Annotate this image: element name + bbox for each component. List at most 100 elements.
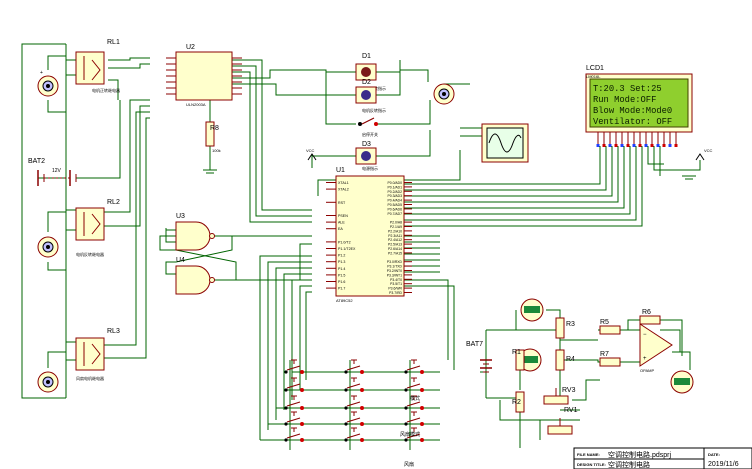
lcd-pin-marker bbox=[596, 144, 600, 147]
lcd-pin-marker bbox=[602, 144, 606, 147]
mcu-u1-pin-label-right: P2.5/A13 bbox=[388, 243, 402, 247]
resistor-r6[interactable] bbox=[639, 315, 661, 325]
mcu-u1-pin-label-left: XTAL1 bbox=[338, 181, 349, 185]
potentiometer-rv1-label: RV1 bbox=[564, 407, 578, 414]
led-d3[interactable] bbox=[355, 147, 377, 165]
opamp-part: OPAMP bbox=[640, 368, 654, 373]
mcu-u1-pin-label-left: P1.0/T2 bbox=[338, 240, 351, 244]
svg-text:+: + bbox=[643, 356, 647, 362]
power-switch[interactable] bbox=[358, 117, 378, 126]
lcd-pin-marker bbox=[650, 144, 654, 147]
mcu-u1-pin-label-left: XTAL2 bbox=[338, 188, 349, 192]
mcu-u1-pin-label-right: P2.1/A9 bbox=[390, 225, 402, 229]
resistor-r5-label: R5 bbox=[600, 319, 609, 326]
mcu-u1-pin-label-left: P1.4 bbox=[338, 267, 345, 271]
lcd-line-2: Run Mode:OFF bbox=[593, 95, 656, 105]
mcu-u1-pin-label-right: P2.6/A14 bbox=[388, 247, 402, 251]
ic-u2-label: U2 bbox=[186, 44, 195, 51]
mcu-u1-pin-label-left: RST bbox=[338, 201, 346, 205]
title-file-label: FILE NAME: bbox=[577, 452, 600, 457]
voltmeter-1[interactable] bbox=[520, 298, 544, 322]
resistor-r8-label: R8 bbox=[210, 125, 219, 132]
led-d1[interactable] bbox=[355, 63, 377, 81]
mcu-u1-pin-label-right: P2.7/A15 bbox=[388, 251, 402, 255]
lcd-pin-marker bbox=[632, 144, 636, 147]
resistor-r3[interactable] bbox=[555, 317, 565, 339]
ic-u2-part: ULN2003A bbox=[186, 102, 206, 107]
vcc-label-2: VCC bbox=[704, 148, 713, 153]
vcc-label-1: VCC bbox=[306, 148, 315, 153]
svg-text:−: − bbox=[643, 332, 647, 338]
resistor-r1-label: R1 bbox=[512, 349, 521, 356]
led-d2-caption: 电机反转指示 bbox=[362, 107, 386, 113]
resistor-r4[interactable] bbox=[555, 349, 565, 371]
resistor-r3-label: R3 bbox=[566, 321, 575, 328]
lcd-line-3: Blow Mode:Mode0 bbox=[593, 106, 672, 116]
logic-gate-u4[interactable] bbox=[175, 265, 215, 295]
mcu-u1-pin-label-left: EA bbox=[338, 227, 343, 231]
mcu-u1-pin-label-left: P1.2 bbox=[338, 254, 345, 258]
resistor-r6-label: R6 bbox=[642, 309, 651, 316]
mcu-u1-pin-label-right: P0.5/AD5 bbox=[387, 203, 402, 207]
power-switch-caption: 启停开关 bbox=[362, 131, 378, 137]
motor-1-pin-plus: + bbox=[40, 70, 43, 76]
motor-1[interactable]: + bbox=[37, 70, 59, 97]
lcd-pin-marker bbox=[644, 144, 648, 147]
logic-gate-u3-label: U3 bbox=[176, 213, 185, 220]
mcu-u1-pin-label-right: P2.4/A12 bbox=[388, 238, 402, 242]
lcd-pin-marker bbox=[608, 144, 612, 147]
mcu-u1-pin-label-left: P1.1/T2EX bbox=[338, 247, 356, 251]
oscilloscope[interactable] bbox=[481, 123, 529, 163]
resistor-r5[interactable] bbox=[599, 325, 621, 335]
resistor-r7[interactable] bbox=[599, 357, 621, 367]
resistor-r8-value: 100k bbox=[212, 148, 221, 153]
led-d2-label: D2 bbox=[362, 79, 371, 86]
mcu-u1-pin-label-right: P3.0/RXD bbox=[387, 260, 403, 264]
resistor-r4-label: R4 bbox=[566, 356, 575, 363]
battery-bat7-label: BAT7 bbox=[466, 341, 483, 348]
mcu-u1-pin-label-right: P0.1/AD1 bbox=[387, 185, 402, 189]
mcu-u1-pin-label-right: P0.6/AD6 bbox=[387, 207, 402, 211]
led-d2[interactable] bbox=[355, 86, 377, 104]
mcu-u1-label: U1 bbox=[336, 167, 345, 174]
motor-3[interactable] bbox=[37, 371, 59, 393]
relay-rl1-body[interactable] bbox=[75, 51, 105, 85]
relay-rl1-label: RL1 bbox=[107, 39, 120, 46]
title-file-name: 空调控制电路.pdsprj bbox=[608, 450, 671, 459]
mcu-u1-pin-label-left: PSEN bbox=[338, 214, 348, 218]
motor-2[interactable] bbox=[37, 236, 59, 258]
logic-gate-u3[interactable] bbox=[175, 221, 215, 251]
resistor-r2-label: R2 bbox=[512, 399, 521, 406]
mcu-u1-pin-label-left: ALE bbox=[338, 221, 345, 225]
motor-4[interactable] bbox=[433, 83, 455, 105]
lcd-pin-marker bbox=[656, 144, 660, 147]
led-d1-label: D1 bbox=[362, 53, 371, 60]
mcu-u1[interactable]: XTAL1 XTAL2 RST PSEN ALE EA P1.0/T2 P1.1/T2EX P1… bbox=[326, 175, 412, 297]
mcu-u1-pin-label-right: P0.2/AD2 bbox=[387, 190, 402, 194]
ic-u2[interactable] bbox=[166, 51, 242, 101]
battery-bat2-label: BAT2 bbox=[28, 158, 45, 165]
title-date: 2019/11/6 bbox=[708, 461, 739, 468]
mcu-u1-pin-label-right: P3.7/RD bbox=[389, 291, 402, 295]
mcu-u1-pin-label-right: P0.3/AD3 bbox=[387, 194, 402, 198]
mcu-u1-pin-label-right: P3.3/INT1 bbox=[387, 273, 402, 277]
lcd-pin-marker bbox=[662, 144, 666, 147]
lcd-pin-marker bbox=[638, 144, 642, 147]
key-caption-mode: 模式 bbox=[410, 395, 420, 402]
title-design-value: 空调控制电路 bbox=[608, 460, 650, 469]
lcd-label: LCD1 bbox=[586, 65, 604, 72]
mcu-u1-pin-label-left: P1.5 bbox=[338, 273, 345, 277]
lcd-line-1: T:20.3 Set:25 bbox=[593, 84, 662, 94]
battery-bat2-value: 12V bbox=[52, 168, 62, 174]
mcu-u1-pin-label-right: P2.3/A11 bbox=[388, 234, 402, 238]
mcu-u1-pin-label-right: P0.4/AD4 bbox=[387, 199, 402, 203]
resistor-r7-label: R7 bbox=[600, 351, 609, 358]
mcu-u1-pin-label-right: P2.0/A8 bbox=[390, 221, 402, 225]
mcu-u1-pin-label-right: P3.1/TXD bbox=[387, 265, 402, 269]
lcd-pin-marker bbox=[674, 144, 678, 147]
title-date-label: DATE: bbox=[708, 452, 720, 457]
mcu-u1-pin-label-right: P0.7/AD7 bbox=[387, 212, 402, 216]
mcu-u1-pin-label-right: P2.2/A10 bbox=[388, 229, 402, 233]
voltmeter-3[interactable] bbox=[670, 370, 694, 394]
mcu-u1-pin-label-left: P1.7 bbox=[338, 287, 345, 291]
